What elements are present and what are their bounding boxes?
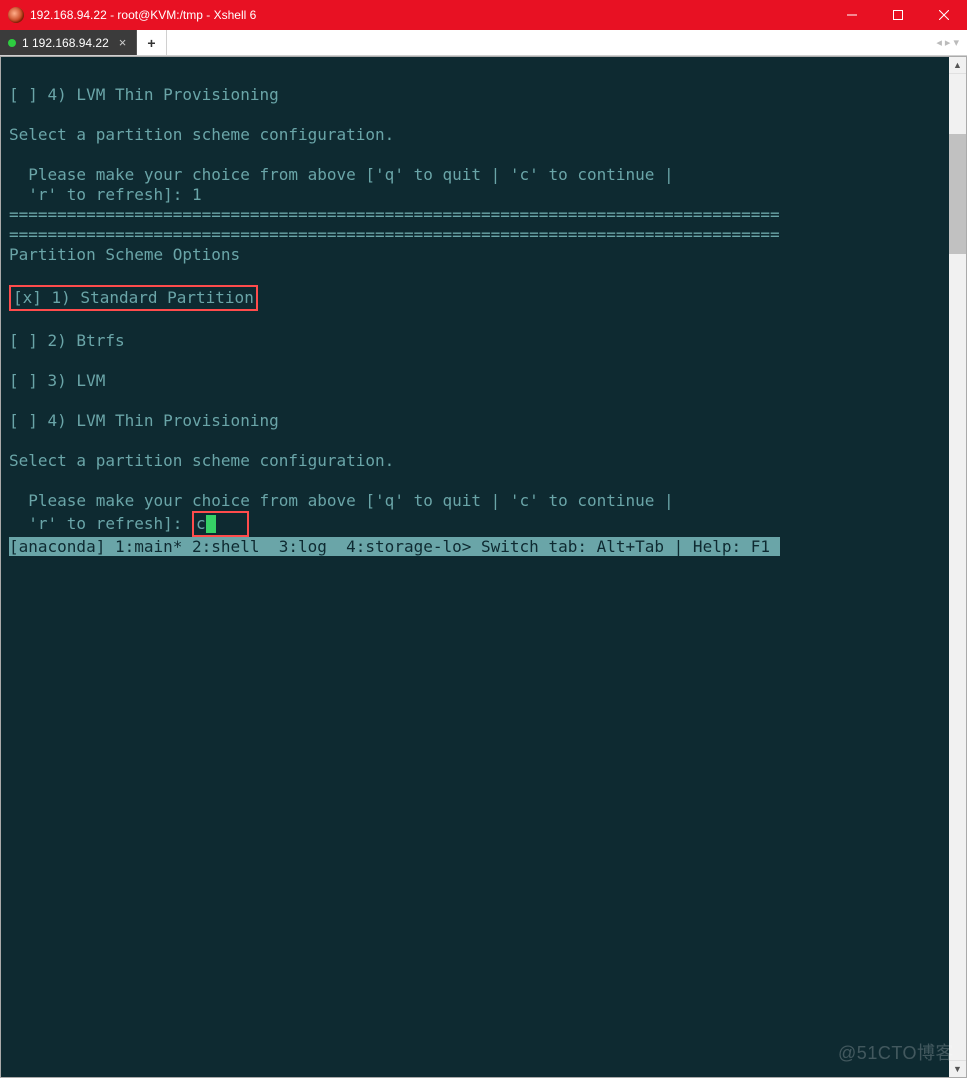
terminal-line: [ ] 3) LVM <box>9 371 946 391</box>
terminal-line: [ ] 4) LVM Thin Provisioning <box>9 411 946 431</box>
terminal-line <box>9 105 946 125</box>
tab-label: 1 192.168.94.22 <box>22 36 109 50</box>
minimize-button[interactable] <box>829 0 875 30</box>
scrollbar-thumb[interactable] <box>949 134 966 254</box>
maximize-button[interactable] <box>875 0 921 30</box>
terminal-line <box>9 65 946 85</box>
annotation-highlight-1: [x] 1) Standard Partition <box>9 285 258 311</box>
terminal-line: Please make your choice from above ['q' … <box>9 491 946 511</box>
terminal-line <box>9 265 946 285</box>
tab-close-icon[interactable]: × <box>119 35 127 50</box>
terminal-cursor <box>206 515 216 533</box>
terminal-line: ========================================… <box>9 225 946 245</box>
plus-icon: + <box>147 35 155 51</box>
terminal-container: [ ] 4) LVM Thin Provisioning Select a par… <box>0 56 967 1078</box>
terminal-line <box>9 471 946 491</box>
terminal-line <box>9 145 946 165</box>
annotation-highlight-2: c <box>192 511 249 537</box>
vertical-scrollbar[interactable]: ▲ ▼ <box>949 57 966 1077</box>
terminal-line: 'r' to refresh]: c <box>9 511 946 537</box>
scroll-up-icon[interactable]: ▲ <box>949 57 966 74</box>
terminal-line: [x] 1) Standard Partition <box>9 285 946 311</box>
add-tab-button[interactable]: + <box>137 30 166 55</box>
terminal[interactable]: [ ] 4) LVM Thin Provisioning Select a par… <box>9 65 946 1069</box>
terminal-line <box>9 431 946 451</box>
terminal-line: Partition Scheme Options <box>9 245 946 265</box>
terminal-line: Select a partition scheme configuration. <box>9 125 946 145</box>
status-dot-icon <box>8 39 16 47</box>
terminal-line: Please make your choice from above ['q' … <box>9 165 946 185</box>
window-titlebar: 192.168.94.22 - root@KVM:/tmp - Xshell 6 <box>0 0 967 30</box>
terminal-line <box>9 391 946 411</box>
terminal-line: [ ] 2) Btrfs <box>9 331 946 351</box>
terminal-line: ========================================… <box>9 205 946 225</box>
terminal-line: 'r' to refresh]: 1 <box>9 185 946 205</box>
terminal-statusbar: [anaconda] 1:main* 2:shell 3:log 4:stora… <box>9 537 780 556</box>
terminal-line <box>9 351 946 371</box>
close-button[interactable] <box>921 0 967 30</box>
tab-session-1[interactable]: 1 192.168.94.22 × <box>0 30 137 55</box>
tab-bar: 1 192.168.94.22 × + ◂ ▸ ▾ <box>0 30 967 56</box>
window-title: 192.168.94.22 - root@KVM:/tmp - Xshell 6 <box>30 8 256 22</box>
terminal-line: [anaconda] 1:main* 2:shell 3:log 4:stora… <box>9 537 946 557</box>
tab-overflow-arrows[interactable]: ◂ ▸ ▾ <box>928 30 967 55</box>
terminal-line <box>9 311 946 331</box>
app-icon <box>8 7 24 23</box>
watermark: @51CTO博客 <box>838 1039 954 1065</box>
terminal-line: [ ] 4) LVM Thin Provisioning <box>9 85 946 105</box>
terminal-line: Select a partition scheme configuration. <box>9 451 946 471</box>
